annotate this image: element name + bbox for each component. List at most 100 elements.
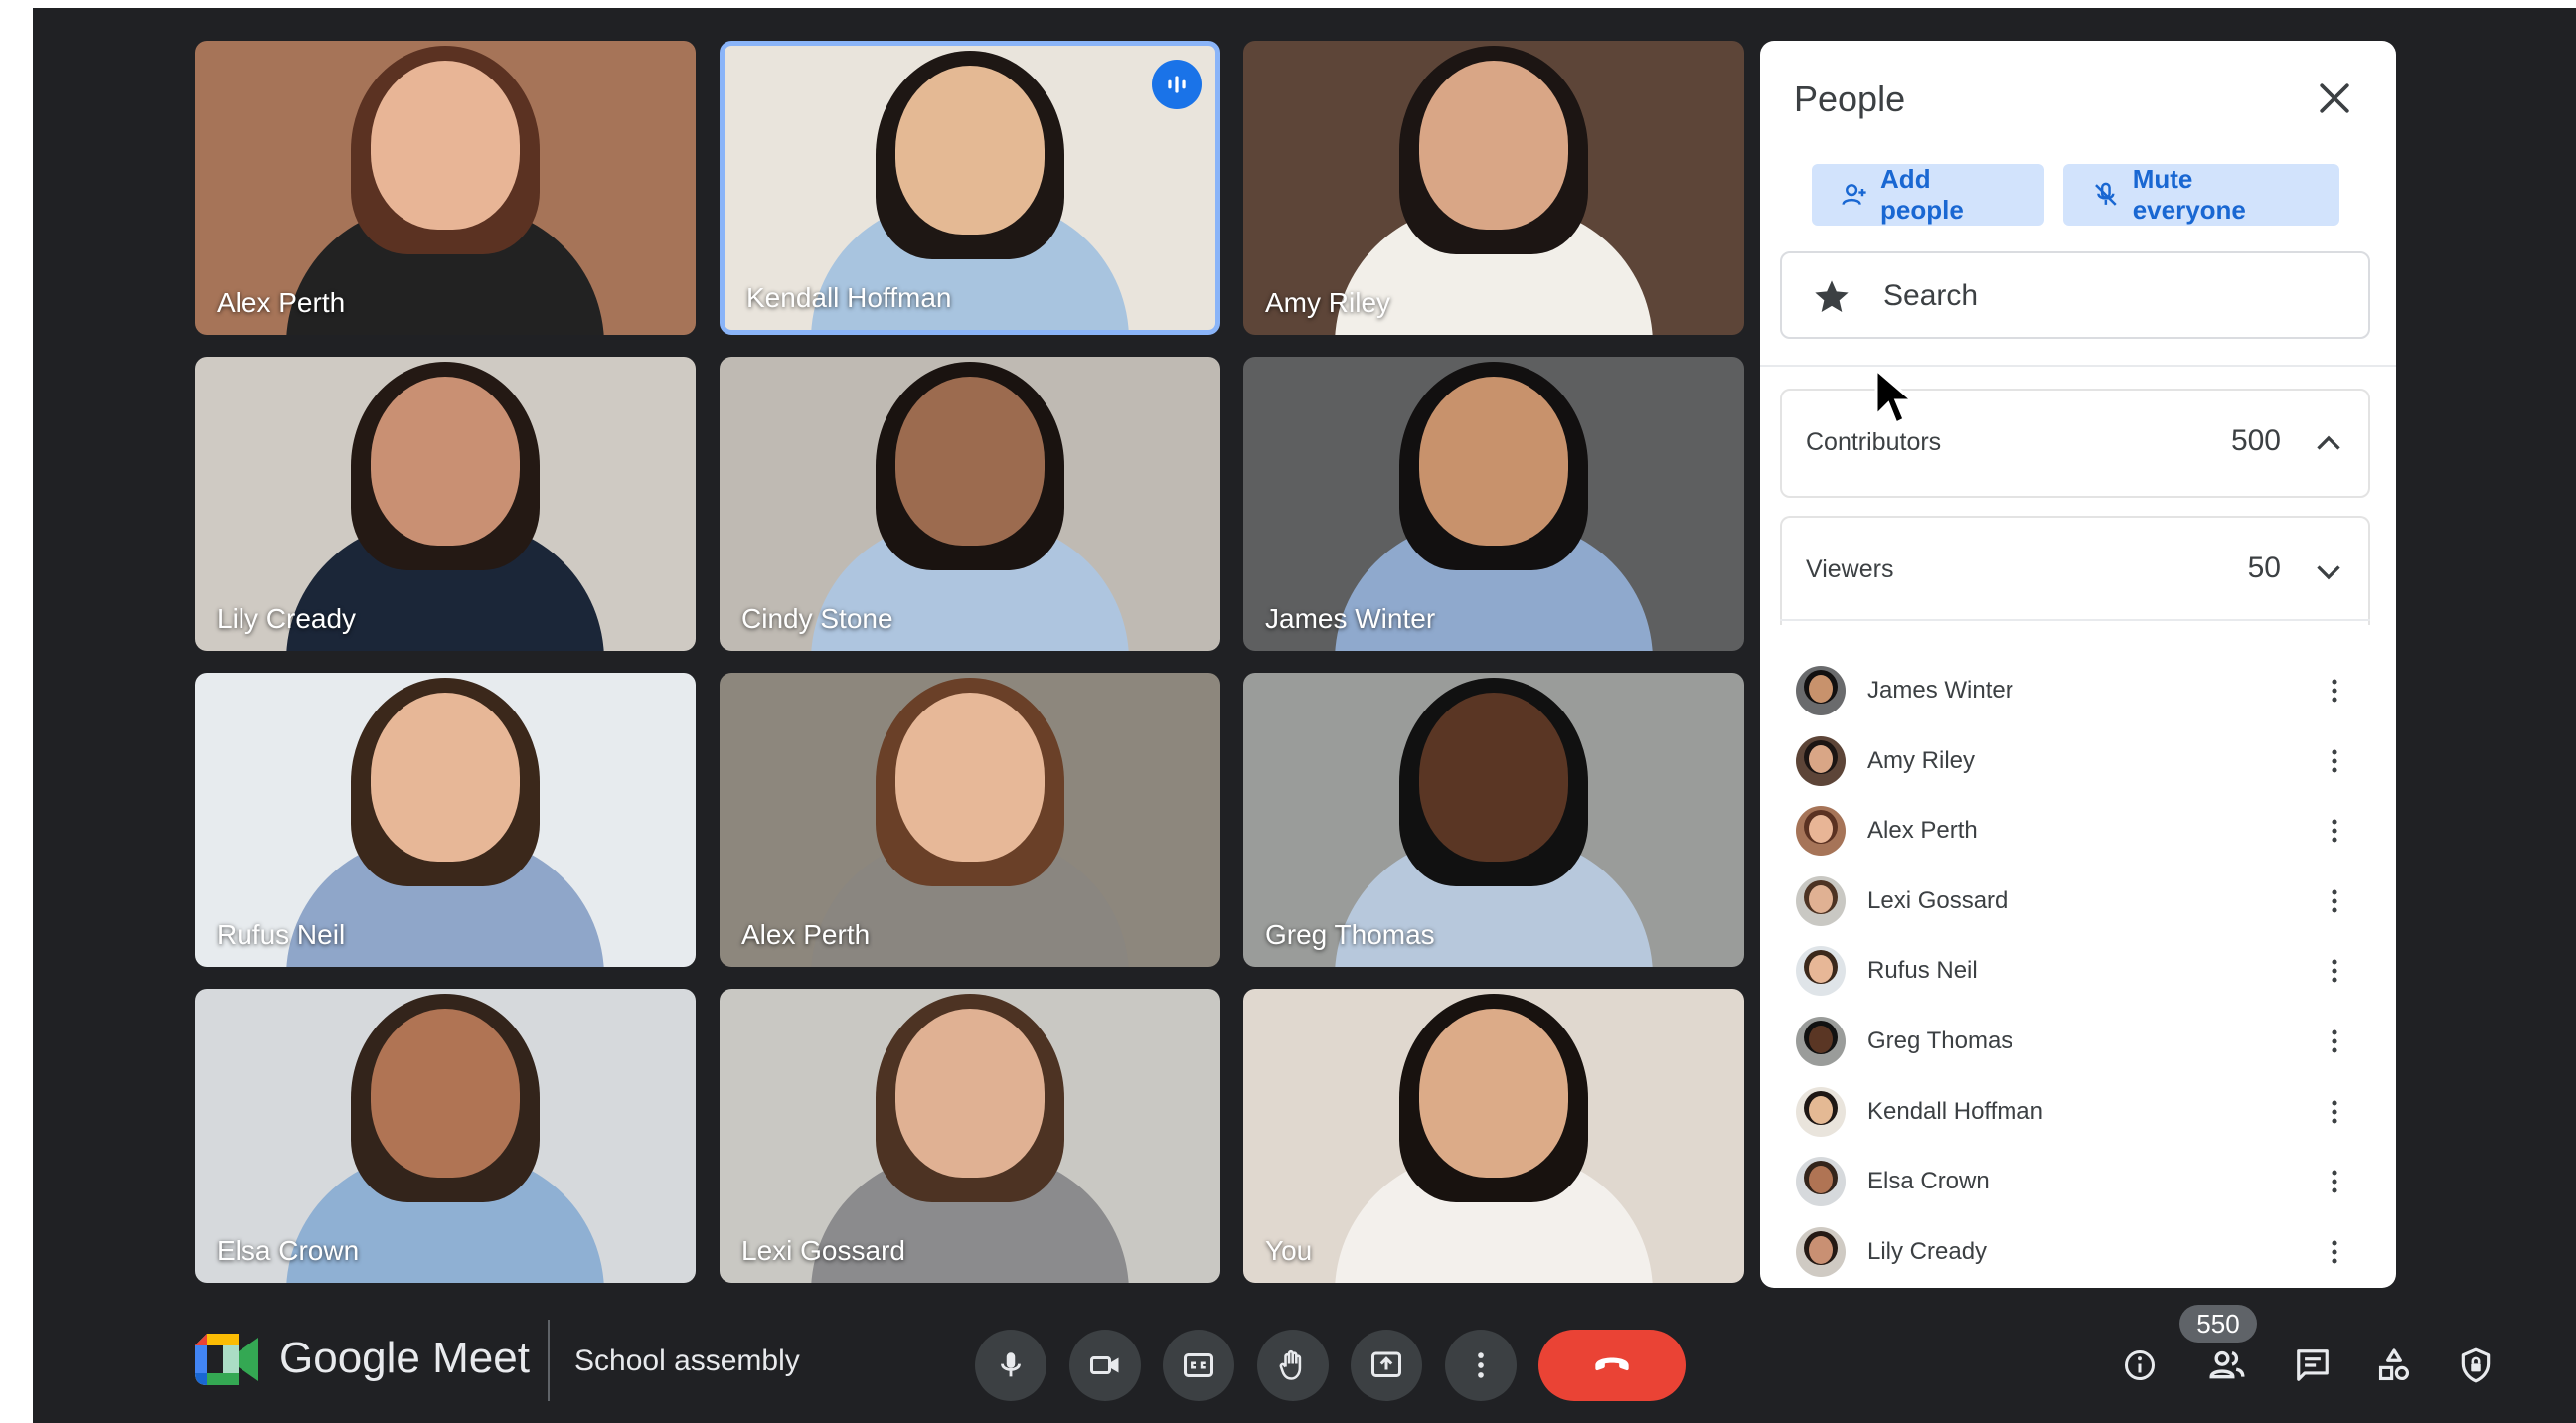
participant-video: [371, 1009, 520, 1178]
meeting-title: School assembly: [574, 1344, 800, 1377]
present-button[interactable]: [1351, 1330, 1422, 1401]
meet-window: Alex Perth Kendall Hoffman Amy Riley Lily C…: [33, 8, 2576, 1423]
raise-hand-button[interactable]: [1257, 1330, 1329, 1401]
contributors-label: Contributors: [1806, 428, 1942, 456]
participant-name: Lexi Gossard: [741, 1235, 905, 1266]
video-tile[interactable]: Alex Perth: [720, 673, 1220, 967]
meeting-details-button[interactable]: [2116, 1342, 2164, 1389]
participant-list-name: Rufus Neil: [1867, 957, 1978, 985]
contributors-section[interactable]: Contributors 500: [1780, 389, 2370, 498]
more-options-icon[interactable]: [2317, 1094, 2352, 1130]
mic-off-icon: [2095, 182, 2117, 206]
participant-video: [1419, 1009, 1568, 1178]
more-options-icon[interactable]: [2317, 953, 2352, 989]
more-options-icon[interactable]: [2317, 1234, 2352, 1270]
participant-video: [1419, 693, 1568, 862]
video-tile[interactable]: Kendall Hoffman: [720, 41, 1220, 335]
participant-list-item[interactable]: Kendall Hoffman: [1796, 1079, 2352, 1145]
avatar: [1796, 946, 1846, 997]
video-tile[interactable]: Rufus Neil: [195, 673, 696, 967]
avatar: [1796, 1157, 1846, 1207]
more-options-icon[interactable]: [2317, 673, 2352, 709]
participant-list-name: Kendall Hoffman: [1867, 1097, 2043, 1125]
participant-list-name: James Winter: [1867, 677, 2013, 704]
participant-list-item[interactable]: Lily Cready: [1796, 1219, 2352, 1285]
participant-name: James Winter: [1265, 603, 1436, 634]
video-tile[interactable]: Lexi Gossard: [720, 989, 1220, 1283]
video-tile[interactable]: Cindy Stone: [720, 357, 1220, 651]
chat-icon: [2297, 1349, 2329, 1381]
video-tile[interactable]: Lily Cready: [195, 357, 696, 651]
camera-icon: [1090, 1356, 1119, 1374]
more-options-icon[interactable]: [2317, 743, 2352, 779]
chevron-down-icon[interactable]: [2311, 553, 2346, 589]
participant-video: [371, 377, 520, 546]
more-options-icon[interactable]: [2317, 883, 2352, 919]
speaking-indicator-icon: [1152, 60, 1202, 109]
participant-list-name: Alex Perth: [1867, 817, 1978, 845]
participant-list-item[interactable]: Greg Thomas: [1796, 1009, 2352, 1074]
video-tile[interactable]: Greg Thomas: [1243, 673, 1744, 967]
end-call-button[interactable]: [1538, 1330, 1686, 1401]
more-options-icon[interactable]: [2317, 813, 2352, 849]
host-controls-icon: [2461, 1347, 2491, 1383]
viewers-section[interactable]: Viewers 50: [1780, 516, 2370, 625]
activities-button[interactable]: [2370, 1342, 2418, 1389]
camera-button[interactable]: [1069, 1330, 1141, 1401]
microphone-button[interactable]: [975, 1330, 1046, 1401]
video-tile[interactable]: James Winter: [1243, 357, 1744, 651]
video-tile[interactable]: You: [1243, 989, 1744, 1283]
search-input[interactable]: [1881, 271, 2342, 321]
close-panel-button[interactable]: [2313, 77, 2356, 120]
raise-hand-icon: [1279, 1349, 1302, 1380]
video-tile[interactable]: Amy Riley: [1243, 41, 1744, 335]
add-person-icon: [1842, 184, 1866, 206]
divider: [1780, 619, 2370, 621]
more-options-icon[interactable]: [2317, 1164, 2352, 1199]
participant-list-name: Amy Riley: [1867, 746, 1976, 774]
captions-button[interactable]: [1163, 1330, 1234, 1401]
divider: [1760, 365, 2396, 367]
google-meet-logo: [195, 1334, 258, 1385]
participant-list-item[interactable]: Rufus Neil: [1796, 938, 2352, 1004]
avatar: [1796, 1086, 1846, 1137]
chat-button[interactable]: [2289, 1342, 2336, 1389]
mute-everyone-button[interactable]: Mute everyone: [2063, 164, 2339, 226]
viewers-count: 50: [2247, 552, 2281, 584]
participant-name: Elsa Crown: [217, 1235, 360, 1266]
people-panel: People Add people Mute everyone Contribu…: [1760, 41, 2396, 1288]
participant-list-name: Lexi Gossard: [1867, 886, 2009, 914]
add-people-button[interactable]: Add people: [1812, 164, 2044, 226]
video-tile[interactable]: Alex Perth: [195, 41, 696, 335]
chevron-up-icon[interactable]: [2311, 426, 2346, 462]
close-icon: [2320, 83, 2349, 113]
participant-list-name: Lily Cready: [1867, 1237, 1988, 1265]
participant-list-name: Greg Thomas: [1867, 1028, 2013, 1054]
host-controls-button[interactable]: [2452, 1342, 2499, 1389]
participant-list-item[interactable]: James Winter: [1796, 658, 2352, 723]
more-options-button[interactable]: [1445, 1330, 1517, 1401]
contributors-count: 500: [2230, 424, 2281, 457]
search-field[interactable]: [1780, 251, 2370, 339]
avatar: [1796, 666, 1846, 715]
video-tile[interactable]: Elsa Crown: [195, 989, 696, 1283]
participant-video: [895, 377, 1045, 546]
info-icon: [2125, 1350, 2155, 1380]
bar-separator: [548, 1320, 550, 1401]
participant-name: Cindy Stone: [741, 603, 893, 634]
people-button[interactable]: [2203, 1342, 2251, 1389]
participant-video: [371, 61, 520, 230]
participant-list-item[interactable]: Elsa Crown: [1796, 1149, 2352, 1214]
participant-list-item[interactable]: Amy Riley: [1796, 728, 2352, 794]
participant-list-item[interactable]: Lexi Gossard: [1796, 869, 2352, 934]
participant-list-item[interactable]: Alex Perth: [1796, 798, 2352, 864]
participant-name: Kendall Hoffman: [746, 282, 952, 313]
end-call-icon: [1595, 1357, 1629, 1371]
participant-video: [895, 1009, 1045, 1178]
mouse-cursor-icon: [1874, 368, 1914, 426]
panel-title: People: [1794, 79, 1906, 119]
mic-icon: [1001, 1352, 1021, 1377]
viewers-label: Viewers: [1806, 555, 1894, 583]
more-options-icon[interactable]: [2317, 1024, 2352, 1059]
avatar: [1796, 875, 1846, 926]
